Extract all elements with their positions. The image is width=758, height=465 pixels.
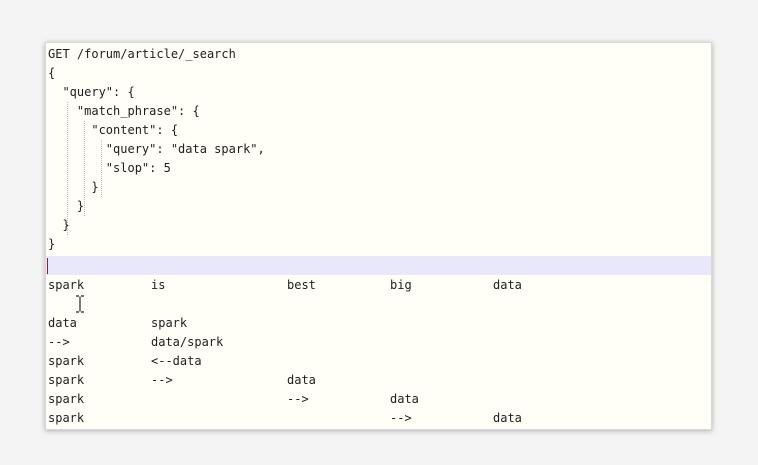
indent-guide [67, 102, 68, 235]
table-row[interactable]: spark is best big data [46, 276, 711, 295]
code-line[interactable]: "query": "data spark", [46, 140, 711, 159]
table-row[interactable]: spark --> data [46, 390, 711, 409]
table-cell: best [287, 278, 316, 292]
table-cell: spark [48, 278, 85, 292]
table-row[interactable] [46, 295, 711, 314]
table-cell: data [390, 392, 419, 406]
indent-guide [101, 140, 102, 197]
code-line-text: "query": "data spark", [48, 142, 265, 156]
text-ibeam-cursor-icon [76, 295, 84, 313]
table-cell: spark [48, 392, 85, 406]
table-row[interactable]: spark --> data [46, 409, 711, 428]
code-line[interactable]: GET /forum/article/_search [46, 45, 711, 64]
text-caret [47, 258, 48, 274]
table-cell: spark [48, 411, 85, 425]
code-line-text: "query": { [48, 85, 135, 99]
table-cell: --> [287, 392, 309, 406]
current-line[interactable] [46, 256, 711, 275]
code-line[interactable]: "match_phrase": { [46, 102, 711, 121]
table-row[interactable]: spark --> data [46, 371, 711, 390]
table-cell: data/spark [151, 335, 224, 349]
code-line[interactable]: } [46, 235, 711, 254]
code-line[interactable]: { [46, 64, 711, 83]
table-cell: data [493, 278, 522, 292]
table-cell: data [493, 411, 522, 425]
table-cell: is [151, 278, 166, 292]
table-cell: spark [48, 373, 85, 387]
code-line-text: { [48, 66, 56, 80]
table-row[interactable]: --> data/spark [46, 333, 711, 352]
code-line[interactable]: } [46, 216, 711, 235]
table-cell: big [390, 278, 412, 292]
code-line[interactable]: } [46, 197, 711, 216]
table-cell: data [287, 373, 316, 387]
code-line-text: } [48, 237, 56, 251]
table-cell: --> [390, 411, 412, 425]
table-row[interactable]: spark <--data [46, 352, 711, 371]
code-line-text: GET /forum/article/_search [48, 47, 236, 61]
table-cell: --> [151, 373, 173, 387]
table-cell: spark [48, 354, 85, 368]
code-line-text: "match_phrase": { [48, 104, 200, 118]
code-line[interactable]: "query": { [46, 83, 711, 102]
indent-guide [84, 121, 85, 216]
table-cell: spark [151, 316, 188, 330]
code-line[interactable]: "slop": 5 [46, 159, 711, 178]
table-cell: data [48, 316, 77, 330]
table-cell: <--data [151, 354, 202, 368]
table-cell: --> [48, 335, 70, 349]
code-line[interactable]: "content": { [46, 121, 711, 140]
table-row[interactable]: data spark [46, 314, 711, 333]
code-editor[interactable]: GET /forum/article/_search { "query": { … [45, 42, 712, 430]
code-line-text: } [48, 180, 99, 194]
code-line[interactable]: } [46, 178, 711, 197]
